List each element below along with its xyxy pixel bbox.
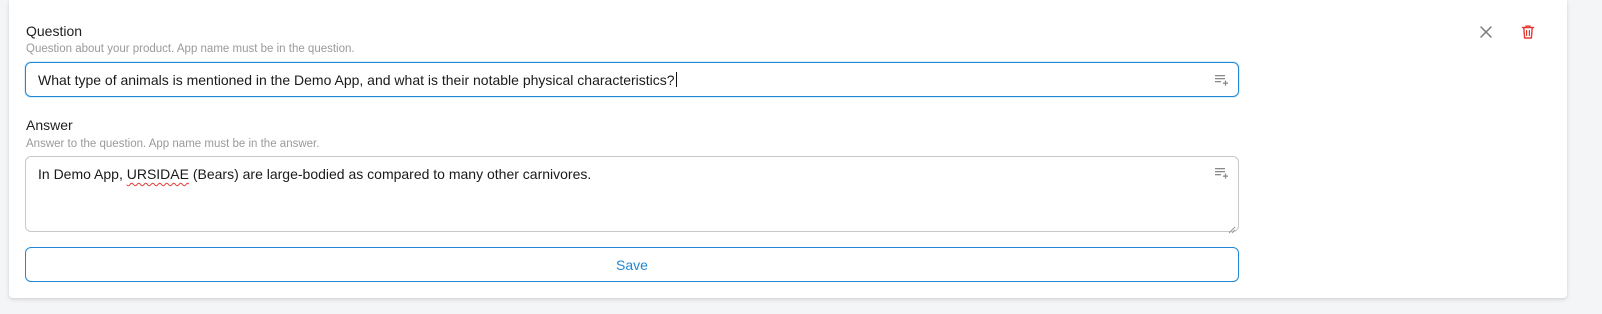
question-input-text: What type of animals is mentioned in the…: [38, 72, 677, 88]
question-input[interactable]: What type of animals is mentioned in the…: [25, 62, 1239, 97]
save-button[interactable]: Save: [25, 247, 1239, 282]
answer-hint: Answer to the question. App name must be…: [26, 138, 320, 150]
resize-handle-icon[interactable]: [1228, 221, 1236, 234]
close-icon[interactable]: [1478, 24, 1494, 40]
answer-textarea-text: In Demo App, URSIDAE (Bears) are large-b…: [38, 166, 592, 182]
answer-textarea[interactable]: In Demo App, URSIDAE (Bears) are large-b…: [25, 156, 1239, 234]
spelling-error-word: URSIDAE: [126, 166, 189, 182]
question-hint: Question about your product. App name mu…: [26, 43, 355, 55]
qa-card: Question Question about your product. Ap…: [9, 0, 1567, 298]
list-add-icon[interactable]: [1214, 73, 1228, 87]
answer-label: Answer: [26, 117, 73, 133]
list-add-icon[interactable]: [1214, 166, 1228, 180]
text-caret: [675, 72, 677, 87]
question-label: Question: [26, 23, 83, 39]
trash-icon[interactable]: [1520, 24, 1536, 40]
